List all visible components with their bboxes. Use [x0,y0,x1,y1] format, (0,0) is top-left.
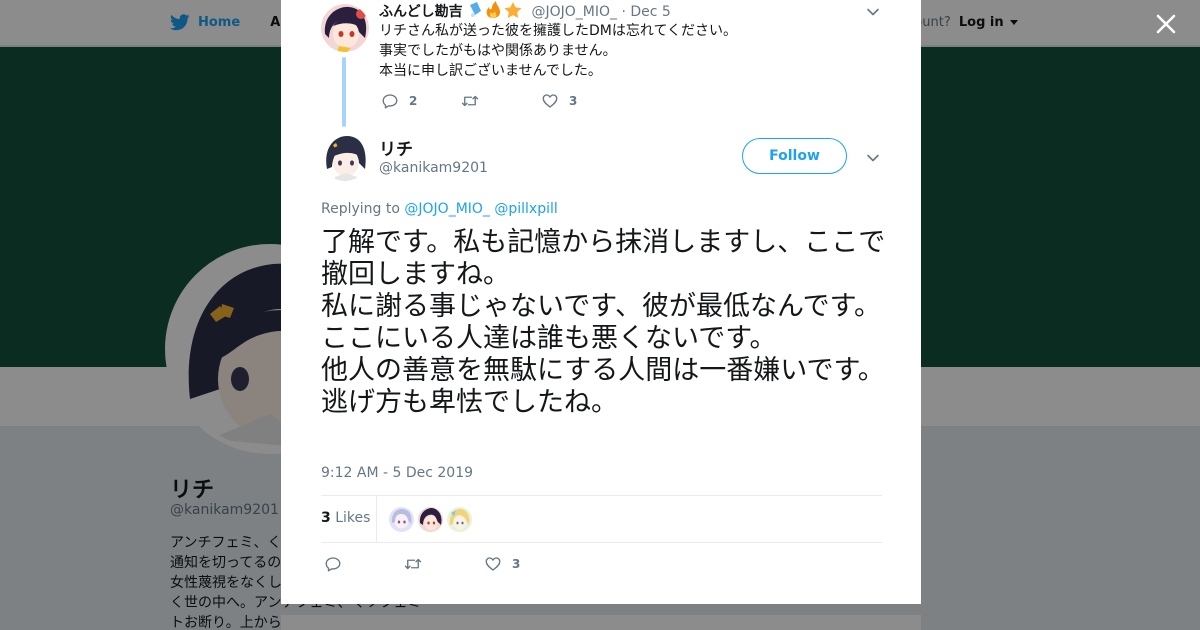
tweet-timestamp[interactable]: 9:12 AM - 5 Dec 2019 [321,465,473,481]
likers-list [389,507,472,532]
liker-avatar[interactable] [447,507,472,532]
avatar-illustration [447,507,472,532]
chevron-down-icon[interactable] [866,5,880,19]
tweet-text: 了解です。私も記憶から抹消しますし、ここで撤回しますね。 私に謝る事じゃないです… [321,227,886,418]
parent-tweet-header: ふんどし勘吉 @JOJO_MIO_ · Dec 5 [379,1,671,21]
chevron-down-icon[interactable] [866,151,880,165]
author-handle[interactable]: @kanikam9201 [379,160,488,176]
mention-link[interactable]: @pillxpill [494,201,557,217]
emoji-badges-icon [470,1,522,18]
avatar-illustration [389,507,414,532]
like-button[interactable]: 3 [484,555,564,573]
avatar[interactable] [321,4,369,52]
likes-count: 3 [321,510,331,526]
close-button[interactable] [1152,10,1180,38]
reply-icon [325,557,341,572]
avatar-illustration [321,4,369,52]
likes-stat[interactable]: 3 Likes [321,510,370,526]
author-handle[interactable]: @JOJO_MIO_ [532,4,618,20]
heart-icon [485,557,501,571]
tweet-stats: 3 Likes [321,495,882,543]
retweet-icon [404,558,422,570]
tweet-actions: 3 [324,555,564,573]
follow-button[interactable]: Follow [742,138,847,174]
parent-tweet[interactable]: ふんどし勘吉 @JOJO_MIO_ · Dec 5 リチさん私が送った彼を擁護し… [281,0,921,127]
stats-divider [376,496,377,542]
reply-count: 2 [409,94,418,108]
retweet-icon [461,95,479,107]
liker-avatar[interactable] [389,507,414,532]
author-name[interactable]: ふんどし勘吉 [379,4,463,20]
replying-to-prefix: Replying to [321,201,400,217]
likes-label: Likes [335,510,371,526]
tweet-text: リチさん私が送った彼を擁護したDMは忘れてください。 事実でしたがもはや関係あり… [379,23,738,79]
thread-connector [342,57,346,127]
author-name[interactable]: リチ [379,135,413,160]
close-icon [1156,14,1176,34]
avatar-illustration [418,507,443,532]
reply-button[interactable] [324,555,404,573]
heart-icon [542,94,558,108]
tweet-date[interactable]: · Dec 5 [621,4,670,20]
avatar[interactable] [321,133,369,181]
liker-avatar[interactable] [418,507,443,532]
like-count: 3 [512,557,521,571]
reply-button[interactable]: 2 [381,92,461,110]
retweet-button[interactable] [461,92,541,110]
retweet-button[interactable] [404,555,484,573]
tweet-modal: ふんどし勘吉 @JOJO_MIO_ · Dec 5 リチさん私が送った彼を擁護し… [281,0,921,604]
like-count: 3 [569,94,578,108]
avatar-illustration [321,133,369,181]
tweet-actions: 2 3 [381,92,621,110]
reply-icon [382,94,398,109]
like-button[interactable]: 3 [541,92,621,110]
mention-link[interactable]: @JOJO_MIO_ [404,201,490,217]
replying-to: Replying to @JOJO_MIO_ @pillxpill [321,201,558,217]
